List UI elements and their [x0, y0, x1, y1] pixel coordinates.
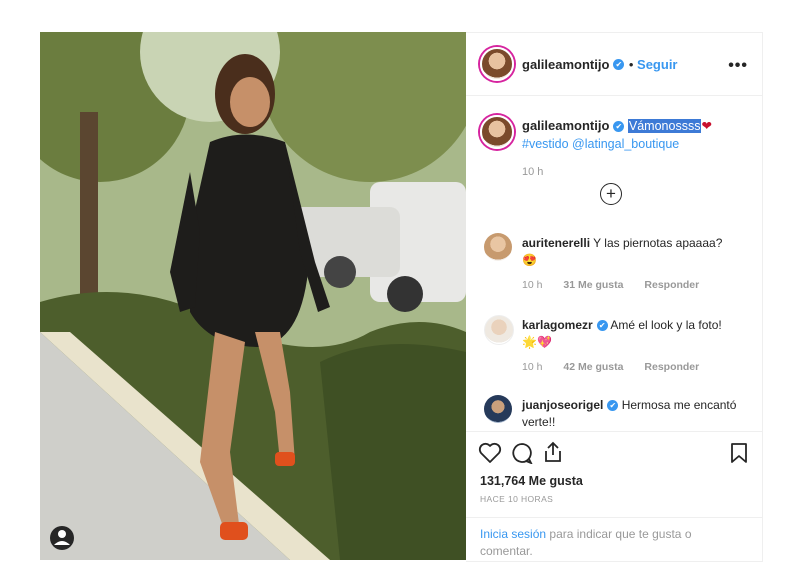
verified-icon: ✔ — [613, 121, 625, 133]
reply-button[interactable]: Responder — [644, 279, 699, 291]
comment-username[interactable]: auritenerelli — [522, 236, 590, 250]
caption-mention[interactable]: @latingal_boutique — [572, 137, 679, 151]
caption: galileamontijo ✔ Vámonossss❤ #vestido @la… — [522, 117, 747, 181]
post-photo[interactable] — [40, 32, 466, 560]
author-username[interactable]: galileamontijo — [522, 57, 609, 72]
comment-avatar[interactable] — [484, 395, 512, 423]
likes-count[interactable]: 131,764 Me gusta — [480, 474, 583, 488]
login-prompt-text: Inicia sesión para indicar que te gusta … — [480, 526, 740, 560]
reply-button[interactable]: Responder — [644, 361, 699, 373]
comment-actions: 10 h 42 Me gusta Responder — [522, 361, 717, 373]
verified-icon: ✔ — [613, 59, 625, 71]
login-link[interactable]: Inicia sesión — [480, 527, 546, 541]
login-prompt: Inicia sesión para indicar que te gusta … — [466, 517, 762, 562]
comment-likes[interactable]: 31 Me gusta — [563, 279, 623, 291]
caption-time: 10 h — [522, 166, 544, 178]
caption-highlighted-text: Vámonossss — [627, 119, 702, 133]
comment-body: karlagomezr ✔ Amé el look y la foto! 🌟💖 — [522, 317, 742, 351]
bookmark-icon[interactable] — [730, 442, 748, 464]
separator-dot: • — [628, 57, 638, 72]
more-dots-icon[interactable]: ••• — [728, 57, 748, 75]
caption-hashtag[interactable]: #vestido — [522, 137, 569, 151]
caption-username[interactable]: galileamontijo — [522, 118, 609, 133]
comment-time: 10 h — [522, 279, 543, 291]
comment-likes[interactable]: 42 Me gusta — [563, 361, 623, 373]
comment-username[interactable]: karlagomezr — [522, 318, 593, 332]
comment-time: 10 h — [522, 361, 543, 373]
share-icon[interactable] — [542, 440, 564, 464]
caption-avatar[interactable] — [480, 115, 514, 149]
heart-emoji: ❤ — [701, 119, 712, 133]
comment-icon[interactable] — [510, 442, 534, 464]
comment-text: Y las piernotas apaaaa? — [593, 236, 723, 250]
heart-icon[interactable] — [478, 442, 502, 464]
comment-avatar[interactable] — [484, 233, 512, 261]
comment-username[interactable]: juanjoseorigel — [522, 398, 603, 412]
post-panel: galileamontijo ✔ • Seguir ••• galileamont… — [466, 32, 763, 562]
comment-body: auritenerelli Y las piernotas apaaaa? 😍 — [522, 235, 742, 269]
comment-avatar[interactable] — [484, 315, 514, 345]
comment-emoji: 😍 — [522, 253, 537, 267]
author-avatar[interactable] — [480, 47, 514, 81]
post-header: galileamontijo ✔ • Seguir ••• — [466, 33, 762, 96]
comment-emoji: 🌟💖 — [522, 335, 552, 349]
comment-body: juanjoseorigel ✔ Hermosa me encantó verte… — [522, 397, 742, 431]
verified-icon: ✔ — [596, 320, 608, 332]
comment-actions: 10 h 31 Me gusta Responder — [522, 279, 717, 291]
post-timestamp: HACE 10 HORAS — [480, 494, 554, 504]
verified-icon: ✔ — [607, 400, 619, 412]
author-line: galileamontijo ✔ • Seguir — [522, 56, 678, 74]
follow-button[interactable]: Seguir — [637, 57, 677, 72]
photo-illustration — [40, 32, 466, 560]
load-more-comments-icon[interactable]: + — [600, 183, 622, 205]
comment-text: Amé el look y la foto! — [610, 318, 722, 332]
